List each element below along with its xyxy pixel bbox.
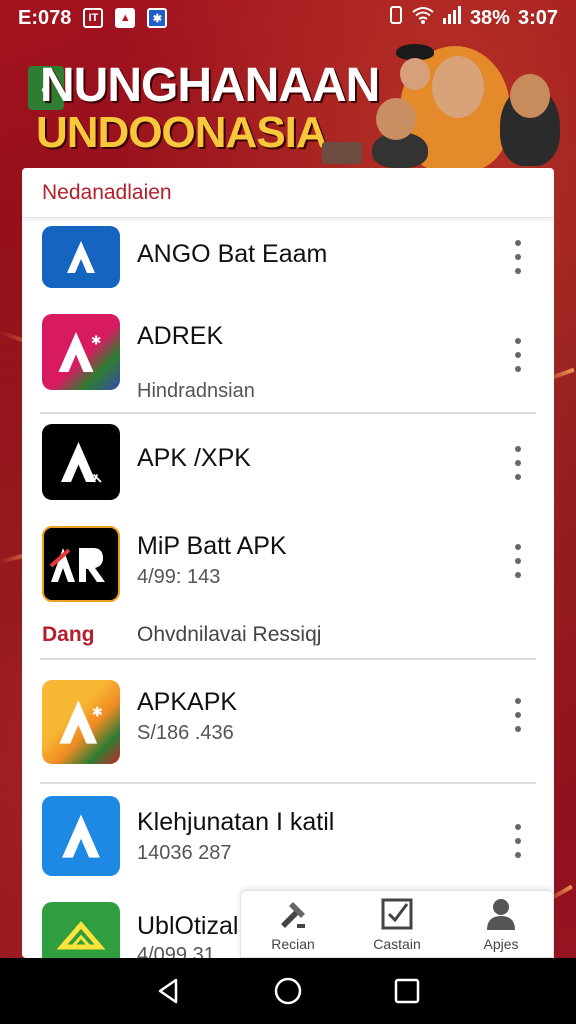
app-icon: ✱	[147, 8, 168, 28]
app-subtitle: S/186 .436	[137, 722, 234, 744]
app-icon	[42, 796, 120, 876]
back-icon[interactable]	[154, 976, 184, 1006]
section-text: Ohvdnilavai Ressiqj	[137, 623, 322, 646]
app-list-card: Nedanadlaien ANGO Bat Eaam ✱ ADREK Hindr…	[22, 168, 554, 958]
list-item[interactable]: Klehjunatan I katil 14036 287	[22, 792, 554, 882]
divider	[40, 658, 536, 660]
status-time-left: E:078	[18, 6, 72, 29]
list-item[interactable]: ANGO Bat Eaam	[22, 218, 554, 288]
app-name: APKAPK	[137, 688, 238, 716]
more-options-icon[interactable]	[508, 544, 528, 578]
status-bar: E:078 IT ▲ ✱ 38% 3:07	[0, 0, 576, 36]
divider	[40, 412, 536, 414]
app-subtitle: 4/099 31	[137, 944, 215, 958]
promo-banner[interactable]: ‹ NUNGHANAAN UNDOONASIA	[0, 36, 576, 172]
list-item[interactable]: APK /XPK	[22, 422, 554, 506]
signal-icon	[442, 6, 462, 30]
list-item[interactable]: MiP Batt APK 4/99: 143	[22, 524, 554, 608]
wifi-icon	[412, 6, 434, 30]
more-options-icon[interactable]	[508, 446, 528, 480]
section-label: Dang	[42, 623, 95, 646]
app-subtitle: 14036 287	[137, 842, 232, 864]
home-icon[interactable]	[273, 976, 303, 1006]
more-options-icon[interactable]	[508, 824, 528, 858]
more-options-icon[interactable]	[508, 698, 528, 732]
app-name: MiP Batt APK	[137, 532, 287, 560]
status-time-right: 3:07	[517, 6, 558, 29]
tab-recian[interactable]: Recian	[241, 891, 345, 957]
svg-text:✱: ✱	[92, 705, 103, 721]
app-icon	[42, 902, 120, 958]
app-subtitle: 4/99: 143	[137, 566, 221, 588]
tab-apjes[interactable]: Apjes	[449, 891, 553, 957]
app-icon	[42, 526, 120, 602]
system-nav-bar	[0, 958, 576, 1024]
app-icon	[42, 226, 120, 288]
banner-title-line2: UNDOONASIA	[36, 108, 328, 157]
app-name: ANGO Bat Eaam	[137, 240, 328, 268]
tab-label: Recian	[271, 936, 315, 952]
list-header: Nedanadlaien	[22, 168, 554, 218]
app-icon	[42, 424, 120, 500]
divider	[40, 782, 536, 784]
recents-icon[interactable]	[392, 976, 422, 1006]
more-options-icon[interactable]	[508, 338, 528, 372]
checkbox-icon	[381, 898, 413, 930]
app-icon: ✱	[42, 314, 120, 390]
list-item[interactable]: ✱ ADREK Hindradnsian	[22, 308, 554, 408]
notification-icon: IT	[83, 8, 104, 28]
app-name: Klehjunatan I katil	[137, 808, 335, 836]
more-options-icon[interactable]	[508, 240, 528, 274]
banner-title-line1: NUNGHANAAN	[40, 59, 380, 112]
app-name: ADREK	[137, 322, 224, 350]
tools-icon	[281, 902, 305, 928]
app-name: APK /XPK	[137, 444, 251, 472]
person-icon	[487, 899, 515, 930]
list-item[interactable]: ✱ APKAPK S/186 .436	[22, 678, 554, 768]
bottom-tab-bar: Recian Castain Apjes	[240, 890, 554, 958]
app-subtitle: Hindradnsian	[137, 380, 255, 402]
photo-icon: ▲	[115, 8, 136, 28]
app-name: UblOtizal	[137, 912, 239, 940]
app-icon: ✱	[42, 680, 120, 764]
svg-text:✱: ✱	[91, 333, 101, 348]
tab-label: Castain	[373, 936, 421, 952]
tab-castain[interactable]: Castain	[345, 891, 449, 957]
tab-label: Apjes	[483, 936, 519, 952]
battery-level: 38%	[469, 6, 510, 29]
vibrate-icon	[388, 5, 404, 31]
